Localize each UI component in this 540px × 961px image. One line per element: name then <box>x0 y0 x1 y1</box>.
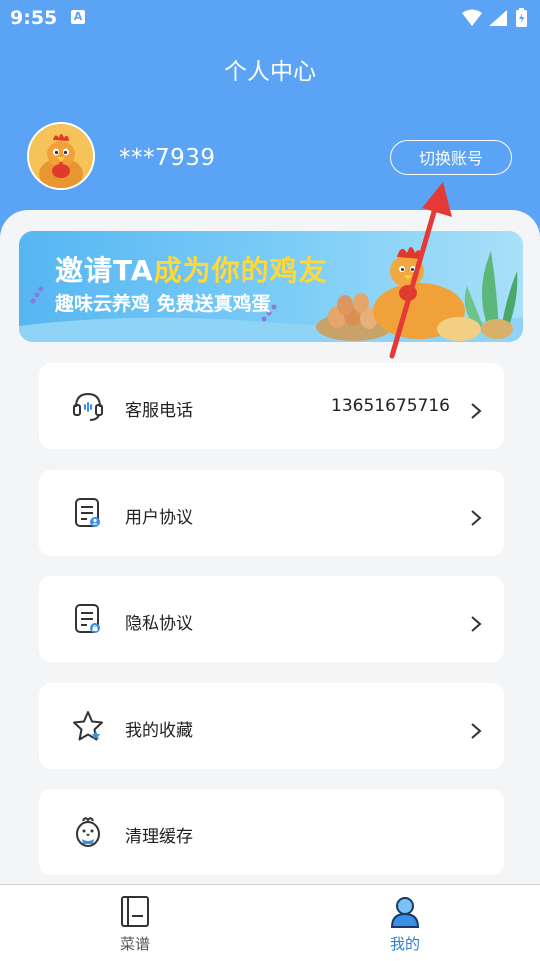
banner-title-part1: 邀请TA <box>55 254 154 287</box>
chevron-right-icon <box>471 403 482 419</box>
document-icon <box>75 498 100 527</box>
menu-item-label: 我的收藏 <box>125 721 193 741</box>
status-time: 9:55 <box>10 7 58 29</box>
switch-account-button[interactable]: 切换账号 <box>390 140 512 175</box>
tab-recipes[interactable]: 菜谱 <box>0 885 270 961</box>
status-bar: 9:55 A <box>0 0 540 36</box>
chevron-right-icon <box>471 616 482 632</box>
menu-item-clear-cache[interactable]: 清理缓存 <box>39 789 504 875</box>
page-title: 个人中心 <box>224 59 316 85</box>
leaf-icon <box>464 251 518 331</box>
battery-icon <box>516 8 527 27</box>
headset-icon <box>73 392 103 421</box>
notification-icon: A <box>71 10 85 24</box>
privacy-document-icon <box>75 604 100 633</box>
chevron-right-icon <box>471 723 482 739</box>
menu-item-label: 用户协议 <box>125 508 193 528</box>
menu-item-privacy-agreement[interactable]: 隐私协议 <box>39 576 504 662</box>
avatar[interactable] <box>27 122 95 190</box>
menu-item-label: 客服电话 <box>125 401 193 421</box>
menu-item-my-favorites[interactable]: 我的收藏 <box>39 683 504 769</box>
profile-icon <box>390 897 420 928</box>
bottom-tab-bar: 菜谱 我的 <box>0 884 540 961</box>
tab-label: 我的 <box>389 935 420 953</box>
user-phone: ***7939 <box>119 145 216 171</box>
banner-subtitle: 趣味云养鸡 免费送真鸡蛋 <box>55 293 271 315</box>
star-icon <box>73 711 103 741</box>
signal-icon <box>489 10 507 26</box>
recipe-book-icon <box>121 896 149 927</box>
chicken-avatar-icon <box>29 124 93 188</box>
chevron-right-icon <box>471 510 482 526</box>
banner-title: 邀请TA成为你的鸡友 <box>55 249 328 289</box>
wifi-icon <box>462 9 482 26</box>
invite-banner[interactable]: 邀请TA成为你的鸡友 趣味云养鸡 免费送真鸡蛋 <box>19 231 523 342</box>
tab-label: 菜谱 <box>119 935 150 953</box>
menu-item-customer-service[interactable]: 客服电话 13651675716 <box>39 363 504 449</box>
banner-title-part2: 成为你的鸡友 <box>153 254 328 287</box>
system-status-icons <box>462 8 527 27</box>
tab-profile[interactable]: 我的 <box>270 885 540 961</box>
menu-item-label: 清理缓存 <box>125 827 193 847</box>
menu-item-user-agreement[interactable]: 用户协议 <box>39 470 504 556</box>
customer-service-phone: 13651675716 <box>331 396 450 416</box>
chicken-broom-icon <box>76 817 100 847</box>
menu-item-label: 隐私协议 <box>125 614 193 634</box>
